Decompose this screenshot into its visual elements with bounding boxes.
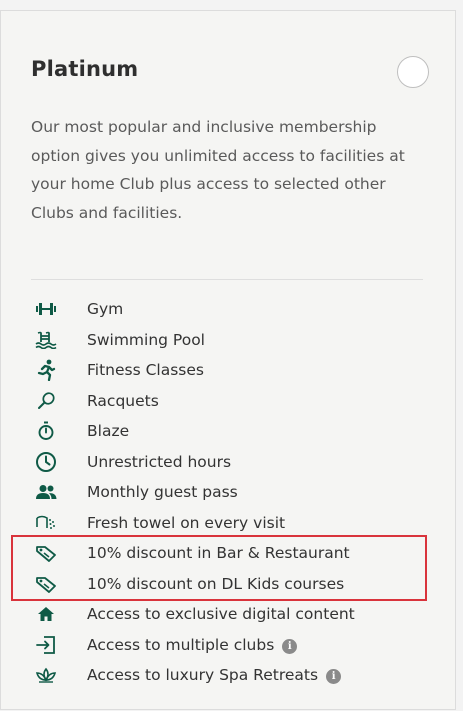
feature-label: Racquets	[87, 391, 159, 410]
feature-item-blaze: Blaze	[0, 416, 456, 447]
feature-label: Swimming Pool	[87, 330, 205, 349]
feature-item-spa-retreats: Access to luxury Spa Retreats i	[0, 660, 456, 691]
clock-icon	[34, 450, 58, 474]
feature-item-unrestricted-hours: Unrestricted hours	[0, 447, 456, 478]
people-icon	[34, 480, 58, 504]
feature-item-bar-discount: 10% discount in Bar & Restaurant	[0, 538, 456, 569]
feature-item-guest-pass: Monthly guest pass	[0, 477, 456, 508]
running-person-icon	[34, 358, 58, 382]
feature-item-racquets: Racquets	[0, 386, 456, 417]
home-icon	[34, 602, 58, 626]
feature-item-digital-content: Access to exclusive digital content	[0, 599, 456, 630]
info-icon[interactable]: i	[326, 669, 342, 685]
feature-item-fresh-towel: Fresh towel on every visit	[0, 508, 456, 539]
feature-label: Blaze	[87, 422, 130, 441]
feature-item-swimming-pool: Swimming Pool	[0, 325, 456, 356]
dumbbell-icon	[34, 297, 58, 321]
plan-select-radio[interactable]	[397, 56, 429, 88]
feature-label: Access to multiple clubs i	[87, 636, 298, 654]
swimming-pool-icon	[34, 328, 58, 352]
discount-tag-icon	[34, 572, 58, 596]
feature-list: Gym Swimming Pool Fitness Classes Racque…	[0, 294, 456, 691]
feature-label: Access to exclusive digital content	[87, 605, 355, 624]
racquet-icon	[34, 389, 58, 413]
feature-item-fitness-classes: Fitness Classes	[0, 355, 456, 386]
feature-label: 10% discount on DL Kids courses	[87, 574, 345, 593]
feature-item-kids-discount: 10% discount on DL Kids courses	[0, 569, 456, 600]
feature-label: Fresh towel on every visit	[87, 513, 286, 532]
plan-title: Platinum	[31, 57, 139, 81]
feature-label: Monthly guest pass	[87, 483, 238, 502]
feature-label: 10% discount in Bar & Restaurant	[87, 544, 350, 563]
feature-item-multiple-clubs: Access to multiple clubs i	[0, 630, 456, 661]
divider	[31, 279, 423, 280]
feature-label: Unrestricted hours	[87, 452, 232, 471]
plan-description: Our most popular and inclusive membershi…	[31, 118, 405, 222]
feature-item-gym: Gym	[0, 294, 456, 325]
stopwatch-icon	[34, 419, 58, 443]
lotus-icon	[34, 663, 58, 687]
enter-door-icon	[34, 633, 58, 657]
feature-label: Fitness Classes	[87, 361, 204, 380]
towel-icon	[34, 511, 58, 535]
info-icon[interactable]: i	[282, 638, 298, 654]
discount-tag-icon	[34, 541, 58, 565]
feature-label: Gym	[87, 300, 124, 319]
feature-label: Access to luxury Spa Retreats i	[87, 666, 342, 685]
